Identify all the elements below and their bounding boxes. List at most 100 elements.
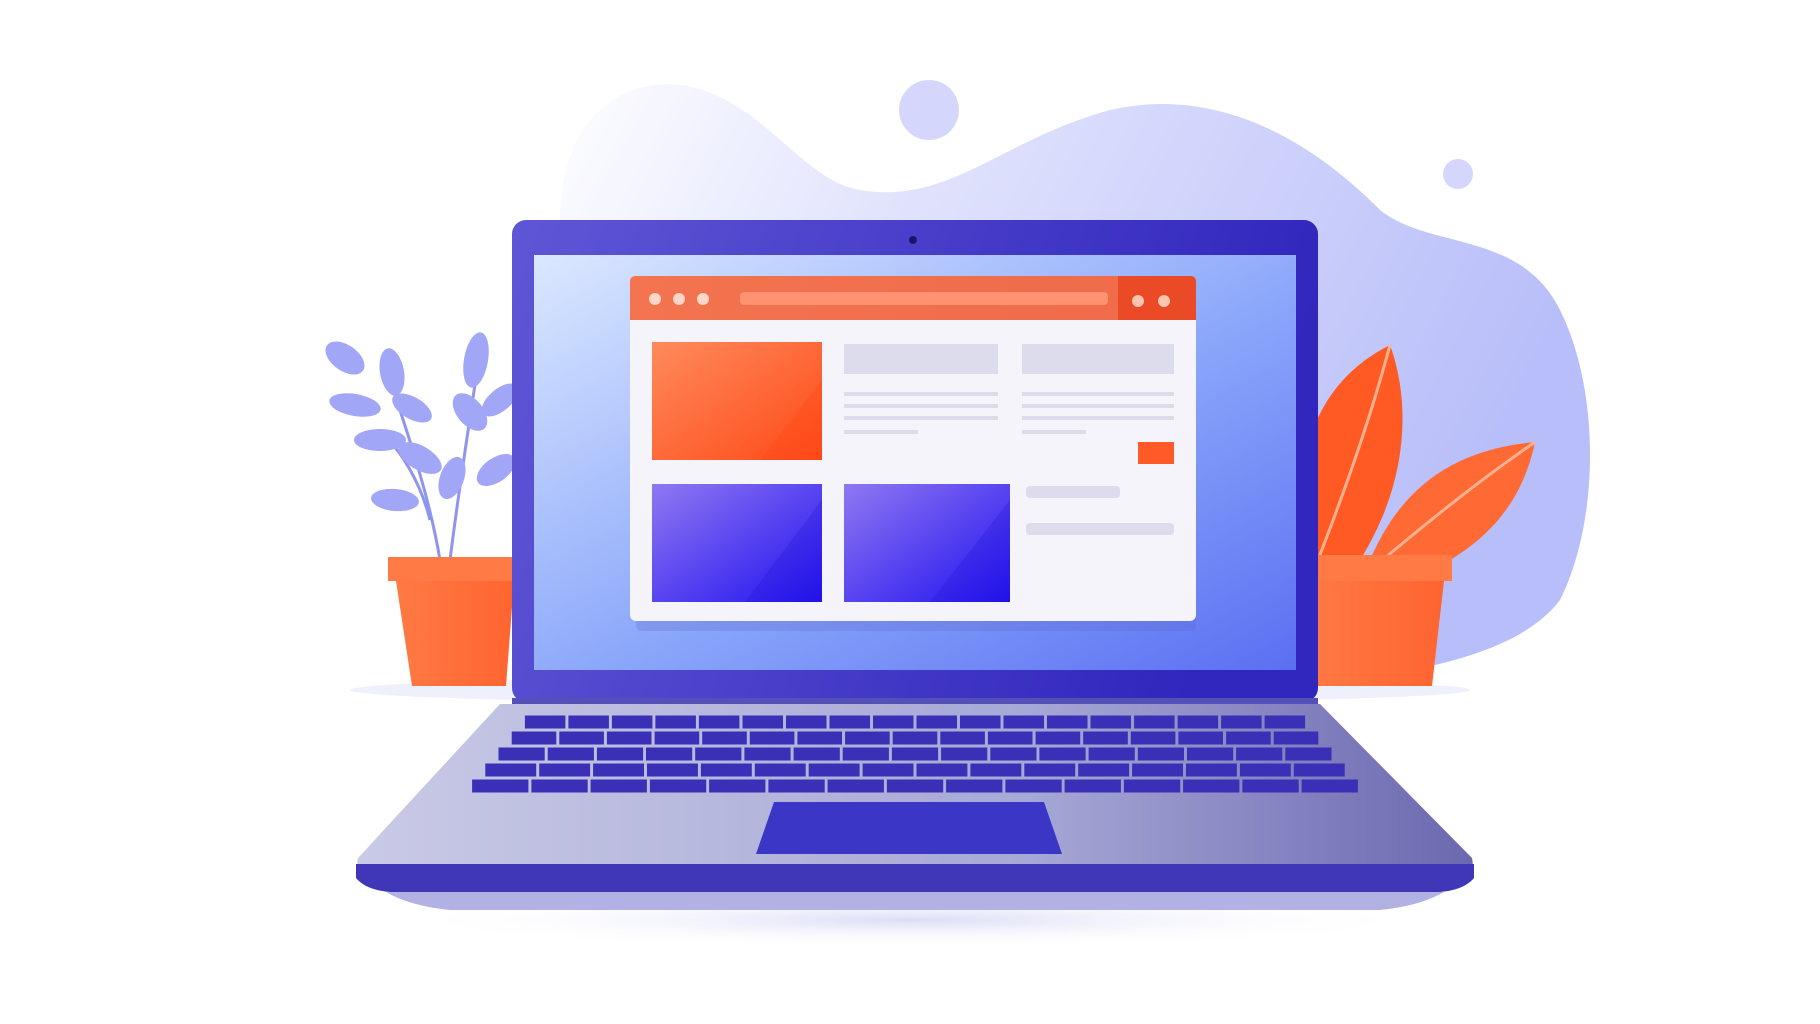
keyboard-key bbox=[531, 779, 588, 793]
webcam-icon bbox=[909, 236, 917, 244]
keyboard-key bbox=[559, 731, 604, 745]
keyboard-key bbox=[1137, 747, 1184, 761]
text-placeholder bbox=[1026, 523, 1174, 535]
plant-icon bbox=[325, 332, 519, 561]
keyboard-key bbox=[916, 763, 968, 777]
keyboard-key bbox=[742, 715, 783, 729]
keyboard-key bbox=[611, 715, 653, 729]
window-dot-icon bbox=[697, 293, 709, 305]
keyboard-key bbox=[786, 715, 827, 729]
keyboard-key bbox=[1132, 763, 1183, 777]
keyboard-key bbox=[590, 779, 647, 793]
keyboard-key bbox=[606, 731, 652, 745]
window-dot-icon bbox=[1158, 295, 1170, 307]
keyboard-key bbox=[1221, 715, 1262, 729]
keyboard-key bbox=[1183, 779, 1240, 793]
keyboard-key bbox=[1005, 779, 1062, 793]
keyboard-key bbox=[1083, 731, 1128, 745]
keyboard-key bbox=[749, 731, 795, 745]
keyboard-key bbox=[845, 731, 890, 745]
illustration-scene bbox=[0, 0, 1820, 1024]
keyboard-key bbox=[1242, 779, 1299, 793]
keyboard-key bbox=[1273, 731, 1319, 745]
keyboard-key bbox=[646, 747, 693, 761]
laptop-icon bbox=[356, 220, 1474, 910]
keyboard-key bbox=[1293, 763, 1345, 777]
browser-window-icon bbox=[630, 276, 1196, 631]
pot-icon bbox=[388, 557, 522, 686]
keyboard-key bbox=[808, 763, 860, 777]
keyboard-key bbox=[695, 747, 742, 761]
keyboard-key bbox=[1226, 731, 1271, 745]
keyboard-key bbox=[1123, 779, 1181, 793]
keyboard-key bbox=[768, 779, 825, 793]
keyboard-key bbox=[1187, 747, 1234, 761]
keyboard-key bbox=[1130, 731, 1176, 745]
keyboard-key bbox=[1301, 779, 1358, 793]
keyboard-key bbox=[698, 715, 740, 729]
keyboard-key bbox=[1264, 715, 1306, 729]
keyboard-key bbox=[709, 779, 766, 793]
keyboard-key bbox=[886, 779, 944, 793]
keyboard-key bbox=[524, 715, 566, 729]
keyboard-key bbox=[990, 747, 1037, 761]
keyboard-key bbox=[1064, 779, 1121, 793]
window-dot-icon bbox=[673, 293, 685, 305]
keyboard-key bbox=[654, 731, 700, 745]
keyboard-key bbox=[1039, 747, 1086, 761]
keyboard-key bbox=[1024, 763, 1076, 777]
keyboard-key bbox=[754, 763, 806, 777]
keyboard-key bbox=[891, 747, 939, 761]
keyboard-key bbox=[1177, 715, 1219, 729]
text-placeholder bbox=[1026, 486, 1120, 498]
keyboard-key bbox=[1078, 763, 1130, 777]
keyboard-key bbox=[940, 731, 985, 745]
keyboard-key bbox=[970, 763, 1022, 777]
keyboard-key bbox=[702, 731, 747, 745]
keyboard-key bbox=[1134, 715, 1175, 729]
keyboard-key bbox=[960, 715, 1001, 729]
orange-button-shape bbox=[1138, 442, 1174, 464]
keyboard-key bbox=[793, 747, 840, 761]
keyboard-key bbox=[596, 747, 644, 761]
address-bar bbox=[740, 292, 1108, 305]
keyboard-key bbox=[1186, 763, 1237, 777]
left-plant bbox=[325, 332, 522, 686]
keyboard-key bbox=[1003, 715, 1044, 729]
decor-circle-large bbox=[899, 80, 959, 140]
window-dot-icon bbox=[1132, 295, 1144, 307]
keyboard-key bbox=[655, 715, 696, 729]
keyboard-key bbox=[1035, 731, 1081, 745]
decor-circle-small bbox=[1443, 159, 1473, 189]
keyboard-key bbox=[892, 731, 938, 745]
keyboard-key bbox=[547, 747, 594, 761]
keyboard-key bbox=[593, 763, 644, 777]
keyboard-key bbox=[987, 731, 1033, 745]
keyboard-key bbox=[647, 763, 698, 777]
keyboard-key bbox=[1178, 731, 1223, 745]
keyboard-key bbox=[1236, 747, 1283, 761]
keyboard-key bbox=[700, 763, 752, 777]
keyboard-key bbox=[1090, 715, 1131, 729]
keyboard-key bbox=[827, 779, 884, 793]
keyboard-key bbox=[941, 747, 988, 761]
keyboard-key bbox=[649, 779, 707, 793]
keyboard-key bbox=[485, 763, 537, 777]
keyboard-key bbox=[862, 763, 914, 777]
keyboard-key bbox=[511, 731, 557, 745]
keyboard-key bbox=[1239, 763, 1291, 777]
keyboard-key bbox=[472, 779, 529, 793]
keyboard-key bbox=[873, 715, 914, 729]
keyboard-key bbox=[1047, 715, 1088, 729]
keyboard-key bbox=[829, 715, 870, 729]
keyboard-key bbox=[539, 763, 591, 777]
keyboard-key bbox=[946, 779, 1003, 793]
keyboard-key bbox=[916, 715, 957, 729]
keyboard-key bbox=[498, 747, 545, 761]
keyboard-key bbox=[744, 747, 791, 761]
keyboard-key bbox=[842, 747, 889, 761]
window-dot-icon bbox=[649, 293, 661, 305]
keyboard-key bbox=[797, 731, 842, 745]
keyboard-key bbox=[568, 715, 609, 729]
keyboard-key bbox=[1088, 747, 1135, 761]
